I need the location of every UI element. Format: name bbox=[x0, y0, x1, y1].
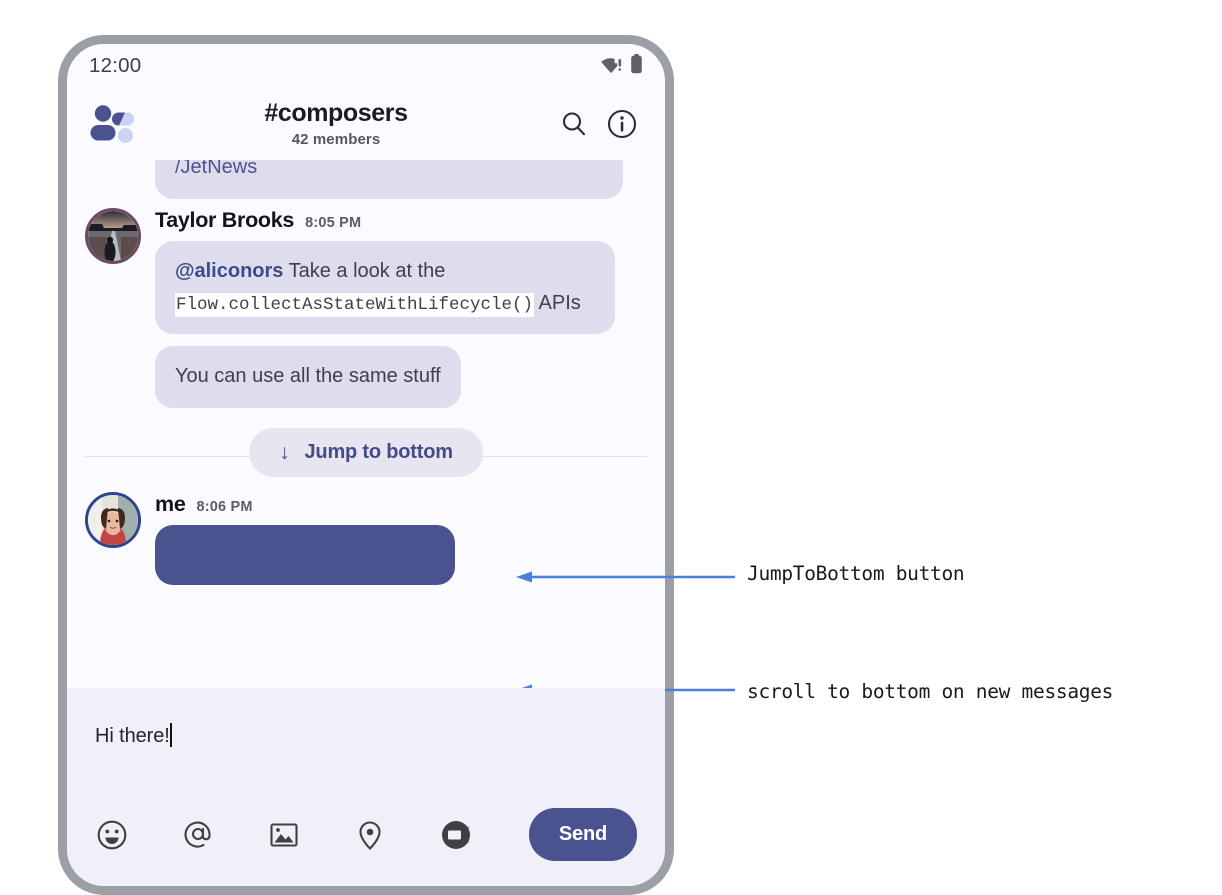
annotation-scroll-behavior-label: scroll to bottom on new messages bbox=[747, 680, 1114, 703]
location-pin-icon[interactable] bbox=[353, 813, 411, 857]
message-list[interactable]: /JetNews Taylor Brooks 8:05 PM @aliconor… bbox=[67, 160, 665, 688]
phone-frame: 12:00 #composers 42 members /JetNews Tay… bbox=[58, 35, 674, 895]
message-text: APIs bbox=[534, 291, 581, 314]
phone-screen: 12:00 #composers 42 members /JetNews Tay… bbox=[67, 44, 665, 886]
video-camera-icon[interactable] bbox=[439, 813, 497, 857]
app-bar-titles: #composers 42 members bbox=[125, 100, 547, 148]
mention-icon[interactable] bbox=[181, 813, 239, 857]
composer-actions: Send bbox=[95, 808, 637, 861]
composer-input-row[interactable]: Hi there! bbox=[95, 714, 637, 756]
jetchat-logo-icon[interactable] bbox=[89, 104, 135, 144]
send-button[interactable]: Send bbox=[528, 808, 637, 861]
message-timestamp: 8:05 PM bbox=[305, 215, 362, 231]
message-bubble[interactable]: You can use all the same stuff bbox=[155, 346, 461, 408]
message-body: Taylor Brooks 8:05 PM @aliconors Take a … bbox=[155, 208, 647, 420]
message-bubble[interactable]: /JetNews bbox=[155, 160, 623, 199]
message-input-value: Hi there! bbox=[95, 724, 170, 747]
member-count-label: 42 members bbox=[291, 130, 381, 148]
jump-to-bottom-button[interactable]: ↓ Jump to bottom bbox=[249, 427, 483, 477]
jump-to-bottom-label: Jump to bottom bbox=[304, 440, 453, 463]
annotation-arrow bbox=[516, 571, 735, 583]
avatar[interactable] bbox=[85, 491, 141, 548]
inline-code: Flow.collectAsStateWithLifecycle() bbox=[175, 292, 535, 317]
composer: Hi there! Send bbox=[67, 688, 665, 886]
message-author: me bbox=[155, 491, 186, 516]
app-bar: #composers 42 members bbox=[67, 88, 665, 160]
message-input[interactable]: Hi there! bbox=[95, 722, 172, 748]
arrow-down-icon: ↓ bbox=[279, 440, 290, 464]
jump-to-bottom-zone: ↓ Jump to bottom bbox=[85, 427, 647, 490]
message-meta: Taylor Brooks 8:05 PM bbox=[155, 208, 647, 233]
message-timestamp: 8:06 PM bbox=[196, 498, 253, 515]
status-bar: 12:00 bbox=[67, 44, 665, 88]
status-bar-time: 12:00 bbox=[89, 54, 142, 77]
message-text: Take a look at the bbox=[283, 260, 446, 282]
search-icon[interactable] bbox=[553, 103, 595, 145]
message-meta: me 8:06 PM bbox=[155, 492, 647, 517]
message-bubble[interactable]: @aliconors Take a look at the Flow.colle… bbox=[155, 241, 615, 335]
wifi-alert-icon bbox=[601, 55, 623, 78]
annotation-jump-to-bottom-label: JumpToBottom button bbox=[747, 562, 965, 585]
page-title: #composers bbox=[264, 99, 408, 128]
message-group: Taylor Brooks 8:05 PM @aliconors Take a … bbox=[85, 208, 647, 420]
message-group: me 8:06 PM bbox=[85, 491, 647, 602]
message-bubble[interactable] bbox=[155, 524, 455, 585]
image-icon[interactable] bbox=[267, 813, 325, 857]
emoji-icon[interactable] bbox=[95, 813, 153, 857]
message-link[interactable]: /JetNews bbox=[175, 160, 257, 178]
scrolled-message-clip: /JetNews bbox=[155, 160, 647, 208]
battery-icon bbox=[630, 53, 643, 79]
message-author: Taylor Brooks bbox=[155, 208, 295, 232]
status-bar-icons bbox=[601, 53, 643, 79]
info-icon[interactable] bbox=[601, 103, 643, 145]
mention-token[interactable]: @aliconors bbox=[175, 260, 283, 282]
avatar[interactable] bbox=[85, 208, 141, 264]
message-body: me 8:06 PM bbox=[155, 492, 647, 602]
text-cursor bbox=[169, 722, 172, 747]
